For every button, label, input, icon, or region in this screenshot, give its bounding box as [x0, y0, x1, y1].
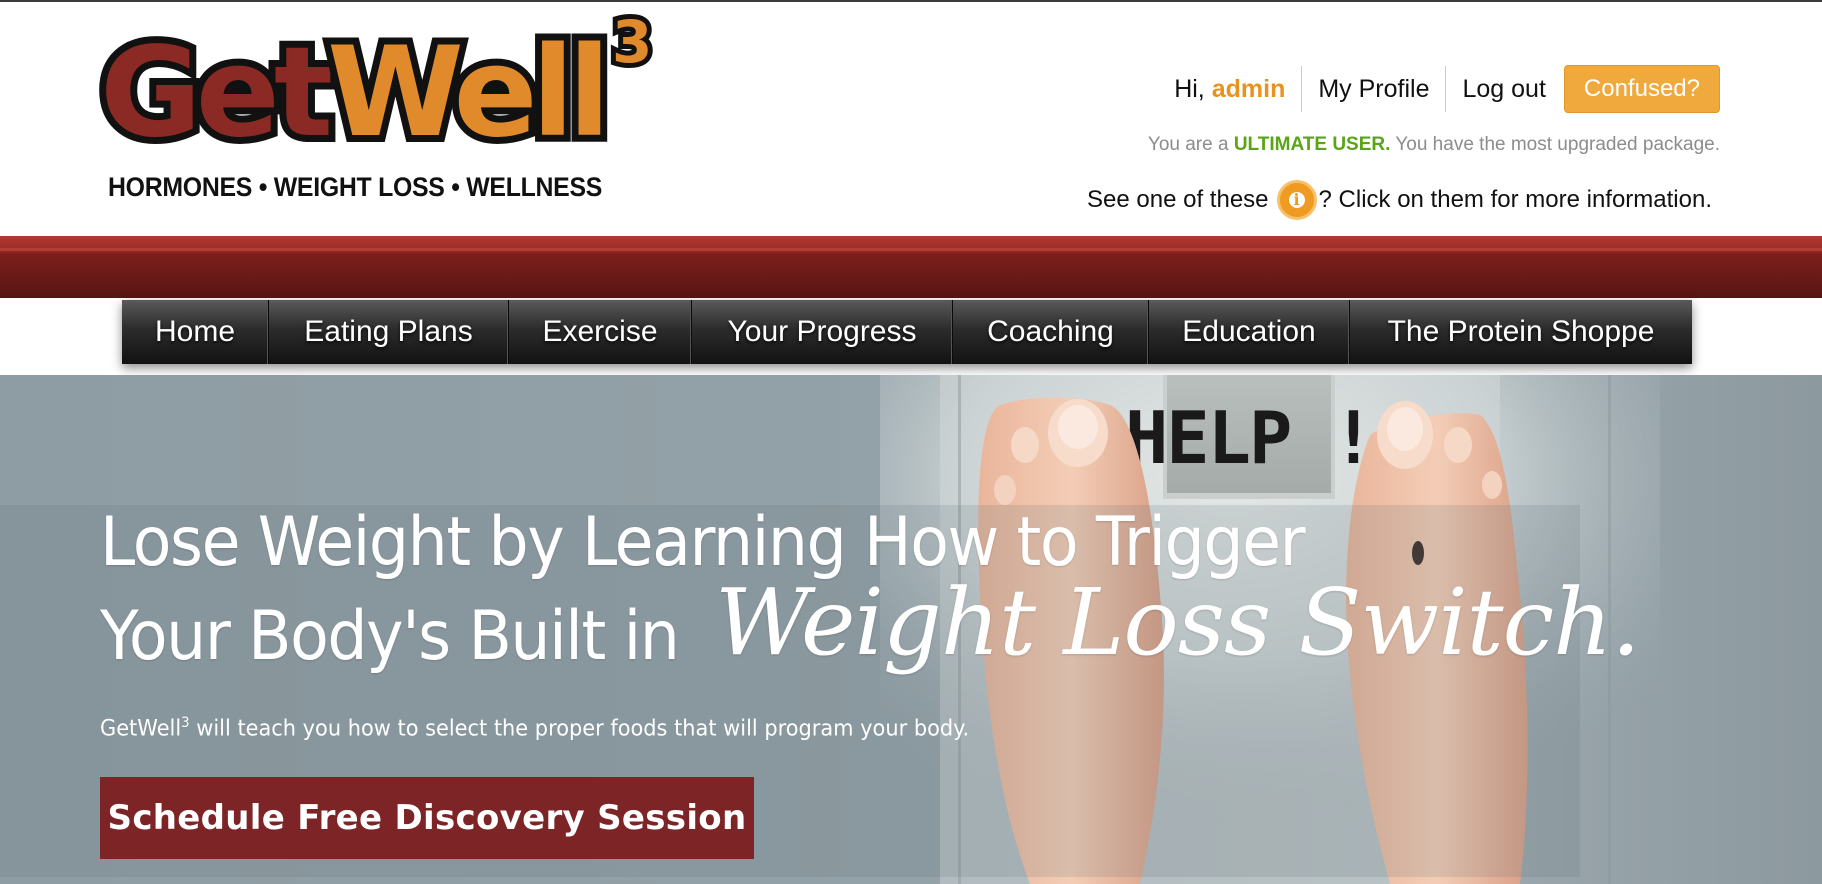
membership-status: You are a ULTIMATE USER. You have the mo…: [1148, 134, 1720, 156]
my-profile-link[interactable]: My Profile: [1302, 66, 1447, 112]
membership-prefix: You are a: [1147, 134, 1229, 155]
membership-suffix: You have the most upgraded package.: [1395, 134, 1720, 155]
nav-bar: Home Eating Plans Exercise Your Progress…: [122, 300, 1692, 364]
hero-subtitle: GetWell3 will teach you how to select th…: [100, 715, 969, 741]
logo-tagline: HORMONES • WEIGHT LOSS • WELLNESS: [108, 172, 603, 202]
hero-title-line2-script: Weight Loss Switch.: [715, 569, 1641, 676]
hero-sub-brand: GetWell: [100, 716, 182, 742]
info-icon-glyph: i: [1293, 190, 1300, 209]
info-hint: See one of these i ? Click on them for m…: [1087, 180, 1712, 220]
hero-title-line2-plain: Your Body's Built in: [100, 597, 680, 676]
username-link[interactable]: admin: [1212, 75, 1286, 103]
schedule-discovery-session-button[interactable]: Schedule Free Discovery Session: [100, 777, 754, 859]
greeting-text: Hi,: [1174, 75, 1205, 103]
logo-word-well: Well: [320, 14, 618, 172]
logo-superscript: 3: [607, 3, 657, 81]
nav-item-coaching[interactable]: Coaching: [953, 300, 1149, 364]
nav-item-protein-shoppe[interactable]: The Protein Shoppe: [1350, 300, 1692, 364]
nav-item-exercise[interactable]: Exercise: [509, 300, 692, 364]
user-menu: Hi, admin My Profile Log out Confused?: [1158, 65, 1720, 113]
getwell-logo[interactable]: GetWell 3 HORMONES • WEIGHT LOSS • WELLN…: [93, 3, 680, 208]
logo-wordmark: GetWell: [93, 14, 618, 172]
membership-level: ULTIMATE USER.: [1233, 134, 1391, 155]
scale-display-text: HELP !: [1125, 396, 1373, 480]
logo-word-get: Get: [93, 14, 340, 172]
user-greeting: Hi, admin: [1158, 66, 1303, 112]
nav-item-your-progress[interactable]: Your Progress: [692, 300, 953, 364]
log-out-link[interactable]: Log out: [1446, 66, 1561, 112]
info-hint-before: See one of these: [1087, 186, 1269, 213]
header-red-band: [0, 236, 1822, 298]
nav-item-home[interactable]: Home: [122, 300, 269, 364]
info-icon[interactable]: i: [1276, 180, 1317, 220]
confused-button[interactable]: Confused?: [1563, 65, 1720, 113]
info-hint-after: ? Click on them for more information.: [1318, 186, 1712, 213]
hero-banner: HELP ! Lose Weight by Learning How to Tr…: [0, 375, 1822, 884]
site-header: GetWell 3 HORMONES • WEIGHT LOSS • WELLN…: [0, 2, 1822, 236]
main-navigation: Home Eating Plans Exercise Your Progress…: [0, 298, 1822, 375]
nav-item-eating-plans[interactable]: Eating Plans: [269, 300, 509, 364]
hero-title-line2: Your Body's Built in Weight Loss Switch.: [100, 569, 1641, 676]
hero-sub-text: will teach you how to select the proper …: [189, 716, 970, 742]
nav-item-education[interactable]: Education: [1149, 300, 1350, 364]
